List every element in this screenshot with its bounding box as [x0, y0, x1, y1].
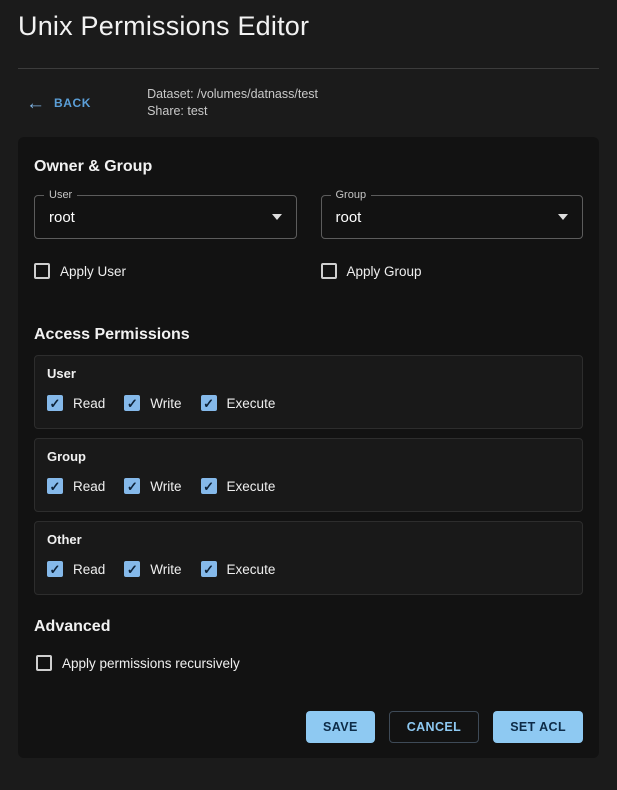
owner-group-heading: Owner & Group: [34, 158, 153, 175]
group-execute-row: Execute: [200, 478, 276, 494]
group-read-label: Read: [73, 478, 106, 494]
permission-group-name: Other: [47, 532, 82, 547]
group-select-value: root: [335, 208, 362, 226]
apply-user-checkbox[interactable]: [34, 263, 50, 279]
dataset-path: Dataset: /volumes/datnass/test: [147, 87, 318, 101]
other-write-checkbox[interactable]: [124, 561, 141, 577]
user-read-label: Read: [73, 395, 106, 411]
apply-user-row: Apply User: [34, 263, 297, 279]
other-read-row: Read: [47, 561, 105, 577]
recursive-row: Apply permissions recursively: [34, 655, 583, 671]
cancel-button[interactable]: CANCEL: [388, 711, 480, 743]
user-select-label: User: [44, 188, 78, 202]
owner-group-selects: User root Group root: [34, 188, 583, 239]
group-write-checkbox[interactable]: [124, 478, 141, 494]
chevron-down-icon: [271, 214, 282, 220]
permission-row: Read Write Execute: [47, 478, 570, 494]
apply-recursively-checkbox[interactable]: [36, 655, 52, 671]
user-execute-checkbox[interactable]: [200, 395, 217, 411]
permission-group-panel-user: User Read Write Execute: [34, 355, 583, 429]
other-execute-row: Execute: [200, 561, 276, 577]
back-arrow-icon: ←: [26, 92, 45, 114]
permission-row: Read Write Execute: [47, 395, 570, 411]
permission-group-panel-other: Other Read Write Execute: [34, 521, 583, 595]
set-acl-button[interactable]: SET ACL: [493, 711, 583, 743]
user-write-checkbox[interactable]: [124, 395, 141, 411]
group-write-row: Write: [124, 478, 182, 494]
apply-row: Apply User Apply Group: [34, 263, 583, 279]
toolbar: ← BACK Dataset: /volumes/datnass/test Sh…: [0, 69, 617, 120]
group-select-label: Group: [330, 188, 372, 202]
other-write-row: Write: [124, 561, 182, 577]
other-execute-checkbox[interactable]: [200, 561, 217, 577]
user-write-row: Write: [124, 395, 182, 411]
share-name: Share: test: [147, 104, 208, 118]
group-select[interactable]: Group root: [320, 188, 583, 239]
group-write-label: Write: [150, 478, 182, 494]
apply-group-row: Apply Group: [320, 263, 584, 279]
user-read-row: Read: [47, 395, 105, 411]
user-write-label: Write: [150, 395, 182, 411]
user-execute-row: Execute: [200, 395, 276, 411]
user-read-checkbox[interactable]: [47, 395, 63, 411]
back-button-label: BACK: [54, 96, 92, 110]
other-write-label: Write: [150, 561, 182, 577]
user-execute-label: Execute: [226, 395, 276, 411]
other-read-label: Read: [73, 561, 106, 577]
dataset-info: Dataset: /volumes/datnass/test Share: te…: [147, 86, 318, 120]
back-button[interactable]: ← BACK: [18, 94, 95, 113]
permission-group-panel-group: Group Read Write Execute: [34, 438, 583, 512]
action-buttons: SAVE CANCEL SET ACL: [34, 711, 583, 743]
group-execute-label: Execute: [226, 478, 276, 494]
page-title: Unix Permissions Editor: [18, 11, 310, 41]
apply-user-label: Apply User: [60, 263, 127, 279]
permission-row: Read Write Execute: [47, 561, 570, 577]
advanced-heading: Advanced: [34, 618, 111, 635]
user-select-value: root: [49, 208, 75, 226]
group-read-checkbox[interactable]: [47, 478, 63, 494]
other-read-checkbox[interactable]: [47, 561, 63, 577]
apply-group-checkbox[interactable]: [320, 263, 337, 279]
apply-group-label: Apply Group: [346, 263, 422, 279]
access-permissions-heading: Access Permissions: [34, 326, 190, 343]
other-execute-label: Execute: [226, 561, 276, 577]
user-select[interactable]: User root: [34, 188, 297, 239]
chevron-down-icon: [558, 214, 568, 220]
permission-group-name: User: [47, 366, 76, 381]
save-button[interactable]: SAVE: [305, 711, 375, 743]
permission-group-name: Group: [47, 449, 86, 464]
apply-recursively-label: Apply permissions recursively: [62, 655, 240, 671]
group-execute-checkbox[interactable]: [200, 478, 217, 494]
group-read-row: Read: [47, 478, 105, 494]
permissions-card: Owner & Group User root Group root Apply…: [18, 137, 599, 758]
